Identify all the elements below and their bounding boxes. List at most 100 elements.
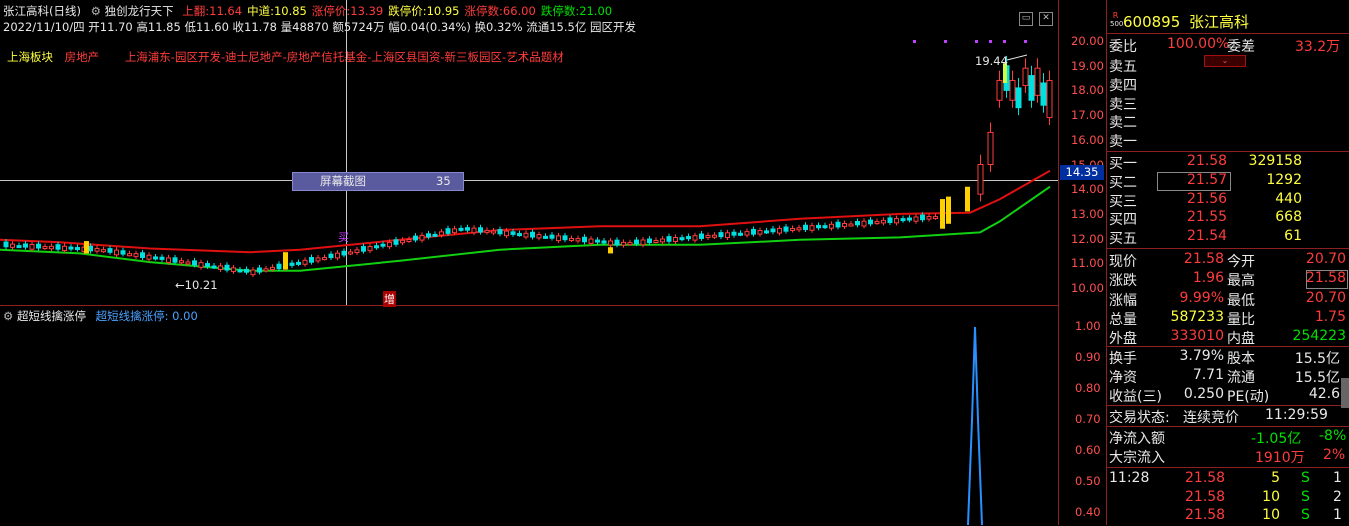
kline-chart-area[interactable]: 张江高科(日线) ⚙ 独创龙行天下 上翻:11.64 中道:10.85 涨停价:13… [0, 0, 1058, 525]
candle-body [744, 231, 750, 236]
buy-level-row: 买四 21.55 668 [1107, 209, 1349, 228]
candle-body [114, 249, 119, 256]
candle-body [712, 234, 717, 238]
candle-body [42, 246, 48, 250]
quote-stat-row: 外盘 333010 内盘 254223 [1107, 328, 1349, 347]
candle-body [387, 241, 392, 248]
tick-price: 21.58 [1185, 507, 1226, 523]
candle-body [848, 223, 854, 227]
crosshair-price-label: 14.35 [1060, 165, 1104, 180]
candle-body [374, 245, 379, 249]
finance-stat-row: 净资 7.71 流通 15.5亿 [1107, 367, 1349, 386]
tick-row: 21.58 10 S 1 [1107, 507, 1349, 526]
panel-scrollbar[interactable] [1341, 378, 1349, 408]
sell-level-row: 卖二 [1107, 112, 1349, 131]
tick-count: 1 [1333, 507, 1342, 523]
candle-body [686, 236, 691, 240]
candle-body [426, 233, 431, 238]
block-inflow-pct: 2% [1323, 447, 1346, 463]
stat-label: 最高 [1227, 273, 1255, 290]
buy-level-volume: 61 [1284, 228, 1302, 245]
candle-body [634, 239, 639, 245]
screenshot-label: 屏幕截图 [320, 174, 366, 188]
quote-stat-row: 涨幅 9.99% 最低 20.70 [1107, 290, 1349, 309]
candle-body [504, 230, 509, 237]
signal-dot [1024, 40, 1027, 43]
candle-body [49, 245, 54, 250]
stat-value: 254223 [1292, 328, 1346, 345]
candle-body [913, 216, 919, 222]
finance-value: 3.79% [1179, 348, 1224, 364]
finance-stat-row: 收益(三) 0.250 PE(动) 42.6 [1107, 386, 1349, 405]
candle-body [16, 245, 22, 249]
block-inflow-value: 1910万 [1255, 450, 1305, 466]
buy-level-row: 买二 21.57 1292 [1107, 171, 1349, 191]
candle-body [868, 219, 873, 225]
candle-body [432, 233, 438, 237]
sub-chart-line-label: 超短线擒涨停: 0.00 [95, 309, 198, 323]
candle-body [237, 269, 243, 273]
screenshot-tooltip[interactable]: 屏幕截图 35 [292, 172, 464, 191]
candle-body [757, 229, 763, 235]
candle-body [29, 243, 35, 250]
candle-body [699, 233, 704, 239]
candle-body [907, 217, 912, 221]
minimize-icon[interactable]: ▭ [1019, 12, 1033, 26]
candle-body [796, 227, 802, 231]
candle-body [530, 231, 535, 238]
candle-body [322, 257, 327, 261]
sub-axis-label: 0.90 [1075, 350, 1101, 364]
candle-body [354, 249, 360, 254]
weicha-label: 委差 [1227, 39, 1255, 55]
candle-body [419, 234, 425, 241]
limit-candle [946, 196, 951, 224]
stock-code: 600895 [1123, 13, 1181, 31]
trade-status-row: 交易状态: 连续竞价 11:29:59 [1107, 407, 1349, 426]
candle-body [996, 80, 1003, 101]
sub-axis-label: 0.50 [1075, 474, 1101, 488]
signal-dot [975, 40, 978, 43]
candle-body [1040, 82, 1047, 106]
buy-level-row: 买五 21.54 61 [1107, 228, 1349, 247]
stat-label: 今开 [1227, 254, 1255, 270]
candle-body [777, 227, 782, 234]
candle-body [855, 220, 860, 226]
sell-level-label: 卖二 [1109, 115, 1137, 132]
price-axis-label: 17.00 [1071, 108, 1104, 123]
candle-body [517, 233, 522, 237]
ma-upper-line [0, 169, 1051, 254]
stat-value: 333010 [1170, 328, 1224, 345]
chart-canvas[interactable] [0, 0, 1058, 525]
candle-body [803, 224, 808, 231]
quote-stat-row: 涨跌 1.96 最高 21.58 [1107, 270, 1349, 290]
net-inflow-pct: -8% [1319, 428, 1347, 444]
candle-body [185, 261, 191, 265]
candle-body [987, 131, 994, 165]
price-axis-label: 10.00 [1071, 281, 1104, 295]
tick-time: 11:28 [1109, 470, 1150, 486]
candle-body [549, 234, 555, 239]
weibi-row: 委比 100.00% 委差 33.2万 [1107, 36, 1349, 55]
buy-level-price: 21.55 [1187, 209, 1228, 226]
candle-body [107, 248, 113, 253]
selected-price-box[interactable] [1157, 171, 1231, 191]
candle-body [614, 239, 620, 246]
sub-settings-icon[interactable]: ⚙ [3, 309, 13, 323]
price-axis-label: 16.00 [1071, 132, 1104, 147]
stat-value: 21.58 [1183, 251, 1224, 267]
sell-level-label: 卖一 [1109, 134, 1137, 151]
candle-body [627, 242, 633, 246]
candle-body [653, 240, 659, 244]
candle-body [3, 241, 9, 248]
close-icon[interactable]: ✕ [1039, 12, 1053, 26]
tick-row: 11:28 21.58 5 S 1 [1107, 470, 1349, 489]
candle-body [588, 238, 594, 244]
sub-chart-title[interactable]: 超短线擒涨停 [17, 309, 86, 323]
stat-label: 现价 [1109, 254, 1137, 270]
buy-level-price: 21.54 [1187, 228, 1228, 245]
candle-body [205, 263, 210, 267]
candle-body [575, 238, 581, 242]
stock-code-line: 600895 张江高科 [1123, 11, 1249, 32]
candle-body [94, 247, 100, 252]
sub-axis-label: 0.60 [1075, 443, 1101, 457]
